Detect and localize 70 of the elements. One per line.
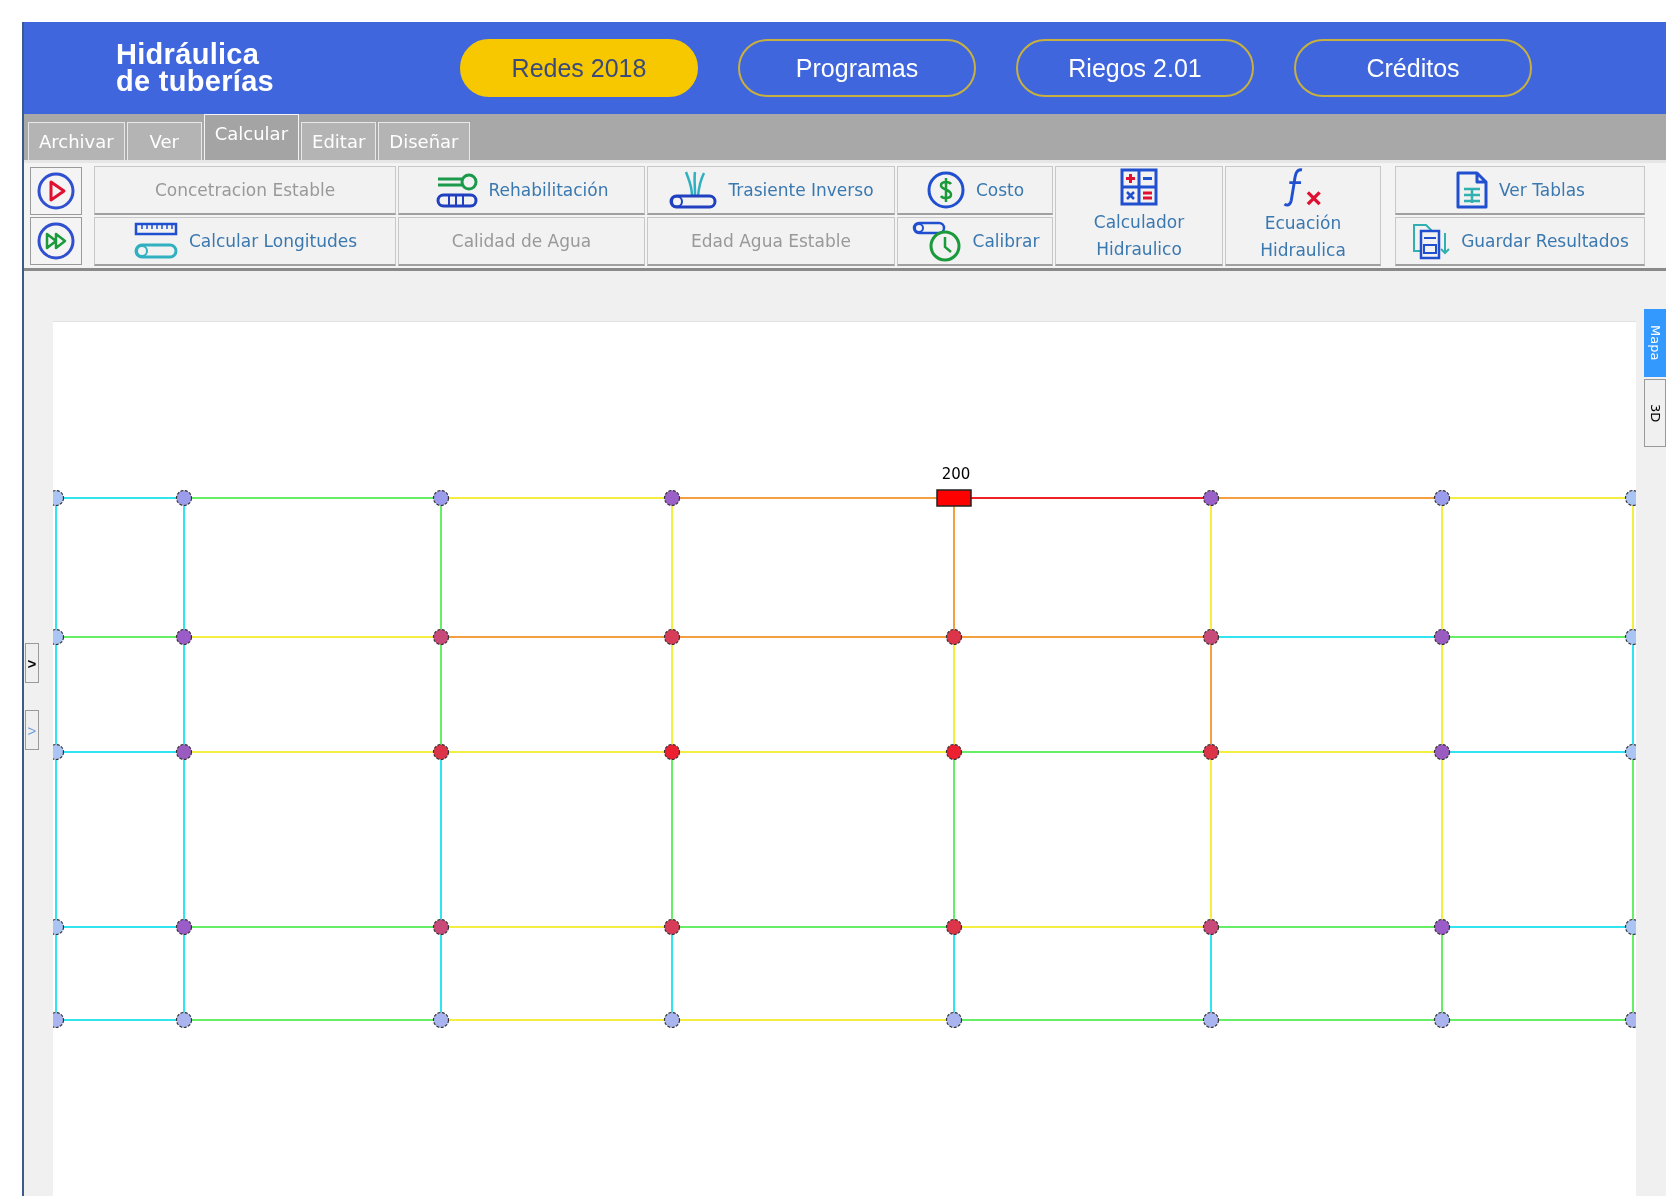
- junction-node[interactable]: [1625, 1011, 1637, 1029]
- nav-button[interactable]: Redes 2018: [460, 39, 698, 97]
- junction-node[interactable]: [176, 628, 193, 646]
- pipe-spray-icon: [668, 169, 719, 210]
- calculator-icon: [1119, 167, 1159, 207]
- junction-node[interactable]: [1625, 628, 1637, 646]
- tank-node[interactable]: [936, 489, 972, 507]
- node-label: 200: [941, 465, 971, 483]
- ruler-pipe-icon: [132, 220, 179, 261]
- junction-node[interactable]: [433, 1011, 450, 1029]
- run-button[interactable]: [30, 166, 82, 215]
- junction-node[interactable]: [664, 918, 681, 936]
- junction-node[interactable]: [1434, 628, 1451, 646]
- junction-node[interactable]: [946, 1011, 963, 1029]
- junction-node[interactable]: [176, 918, 193, 936]
- view-tab[interactable]: Mapa: [1644, 309, 1666, 377]
- run-all-button[interactable]: [30, 216, 82, 265]
- dollar-coin-icon: [925, 169, 966, 210]
- junction-node[interactable]: [664, 628, 681, 646]
- junction-node[interactable]: [1434, 743, 1451, 761]
- tool-button[interactable]: Trasiente Inverso: [647, 165, 895, 215]
- pipe-clock-icon: [910, 219, 963, 262]
- junction-node[interactable]: [1434, 918, 1451, 936]
- junction-node[interactable]: [1203, 1011, 1220, 1029]
- tool-button[interactable]: Rehabilitación: [398, 165, 645, 215]
- app-subtitle: de tuberías: [116, 68, 275, 95]
- junction-node[interactable]: [433, 918, 450, 936]
- fast-forward-icon: [36, 220, 76, 261]
- junction-node[interactable]: [1203, 743, 1220, 761]
- nav-button[interactable]: Programas: [738, 39, 976, 97]
- junction-node[interactable]: [1203, 918, 1220, 936]
- tool-button[interactable]: Ecuación Hidraulica: [1225, 165, 1381, 266]
- app-title: Hidráulica: [116, 41, 260, 68]
- junction-node[interactable]: [53, 489, 65, 507]
- junction-node[interactable]: [176, 743, 193, 761]
- tool-button[interactable]: Ver Tablas: [1395, 165, 1645, 215]
- junction-node[interactable]: [433, 628, 450, 646]
- junction-node[interactable]: [176, 1011, 193, 1029]
- junction-node[interactable]: [1434, 1011, 1451, 1029]
- junction-node[interactable]: [1434, 489, 1451, 507]
- junction-node[interactable]: [946, 743, 963, 761]
- play-icon: [36, 170, 76, 211]
- junction-node[interactable]: [176, 489, 193, 507]
- document-table-icon: [1455, 169, 1489, 210]
- junction-node[interactable]: [1625, 918, 1637, 936]
- nav-button[interactable]: Créditos: [1294, 39, 1532, 97]
- junction-node[interactable]: [53, 743, 65, 761]
- tool-button[interactable]: Guardar Resultados: [1395, 216, 1645, 266]
- junction-node[interactable]: [946, 918, 963, 936]
- tool-button[interactable]: Calculador Hidraulico: [1055, 165, 1223, 266]
- junction-node[interactable]: [53, 918, 65, 936]
- junction-node[interactable]: [664, 489, 681, 507]
- junction-node[interactable]: [664, 1011, 681, 1029]
- junction-node[interactable]: [946, 628, 963, 646]
- tool-button[interactable]: Calibrar: [897, 216, 1053, 266]
- junction-node[interactable]: [433, 489, 450, 507]
- junction-node[interactable]: [1203, 628, 1220, 646]
- expand-button[interactable]: >: [25, 643, 39, 683]
- tool-button[interactable]: Costo: [897, 165, 1053, 215]
- junction-node[interactable]: [1625, 743, 1637, 761]
- junction-node[interactable]: [433, 743, 450, 761]
- junction-node[interactable]: [664, 743, 681, 761]
- junction-node[interactable]: [1625, 489, 1637, 507]
- tool-button[interactable]: Calcular Longitudes: [94, 216, 396, 266]
- view-tab[interactable]: 3D: [1644, 379, 1666, 447]
- menu-tab[interactable]: Calcular: [203, 114, 300, 160]
- junction-node[interactable]: [53, 628, 65, 646]
- nav-button[interactable]: Riegos 2.01: [1016, 39, 1254, 97]
- junction-node[interactable]: [1203, 489, 1220, 507]
- junction-node[interactable]: [53, 1011, 65, 1029]
